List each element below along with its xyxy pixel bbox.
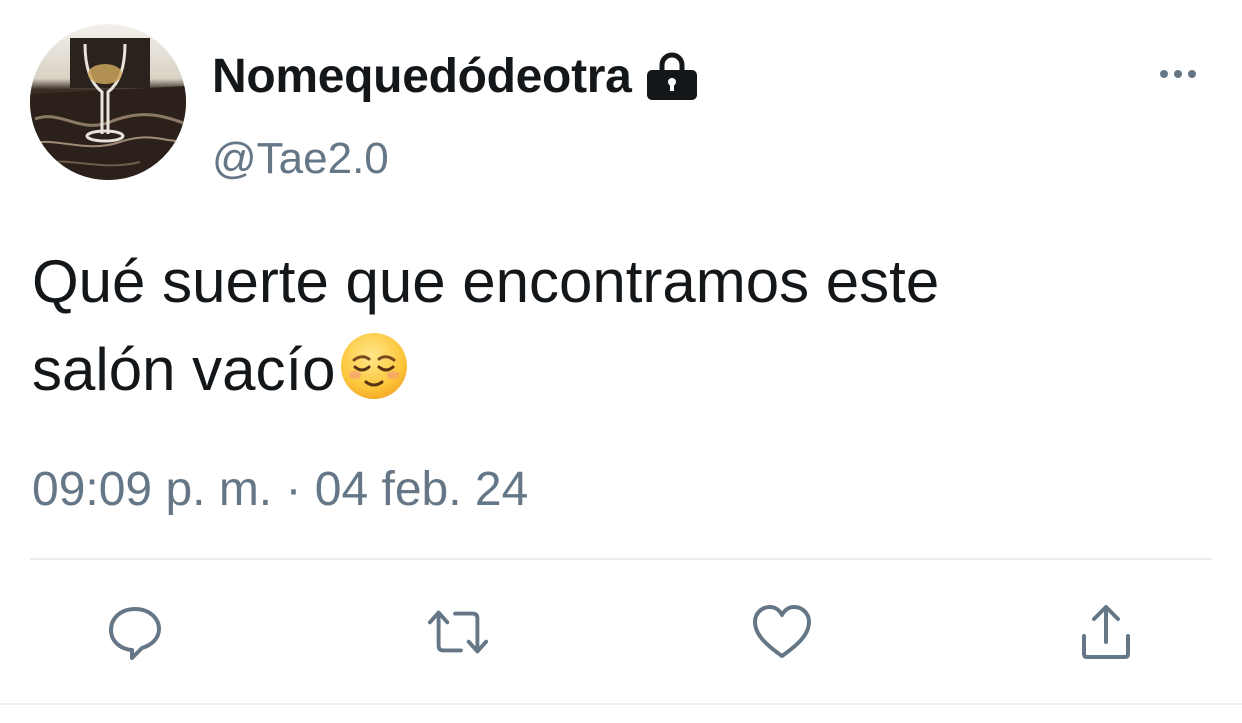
share-icon bbox=[1082, 605, 1130, 659]
share-button[interactable] bbox=[1074, 600, 1138, 664]
avatar-image bbox=[30, 24, 186, 180]
bottom-divider bbox=[0, 703, 1242, 705]
tweet-text-line-1: Qué suerte que encontramos este bbox=[32, 248, 940, 315]
reply-icon bbox=[109, 607, 161, 660]
like-button[interactable] bbox=[750, 600, 814, 664]
divider bbox=[30, 558, 1212, 560]
relieved-face-emoji-icon bbox=[338, 330, 410, 402]
tweet-text-line-2-text: salón vacío bbox=[32, 336, 336, 403]
user-handle[interactable]: @Tae2.0 bbox=[212, 134, 389, 184]
heart-icon bbox=[753, 605, 811, 658]
retweet-button[interactable] bbox=[426, 600, 490, 664]
tweet-text-line-2: salón vacío bbox=[32, 326, 1212, 414]
avatar[interactable] bbox=[30, 24, 186, 180]
tweet-timestamp[interactable]: 09:09 p. m. · 04 feb. 24 bbox=[32, 462, 528, 517]
retweet-icon bbox=[427, 610, 489, 654]
more-options-icon[interactable] bbox=[1156, 62, 1200, 86]
tweet-text: Qué suerte que encontramos este salón va… bbox=[32, 238, 1212, 414]
lock-icon bbox=[644, 48, 700, 104]
display-name[interactable]: Nomequedódeotra bbox=[212, 49, 632, 104]
reply-button[interactable] bbox=[103, 600, 167, 664]
display-name-row: Nomequedódeotra bbox=[212, 44, 700, 108]
